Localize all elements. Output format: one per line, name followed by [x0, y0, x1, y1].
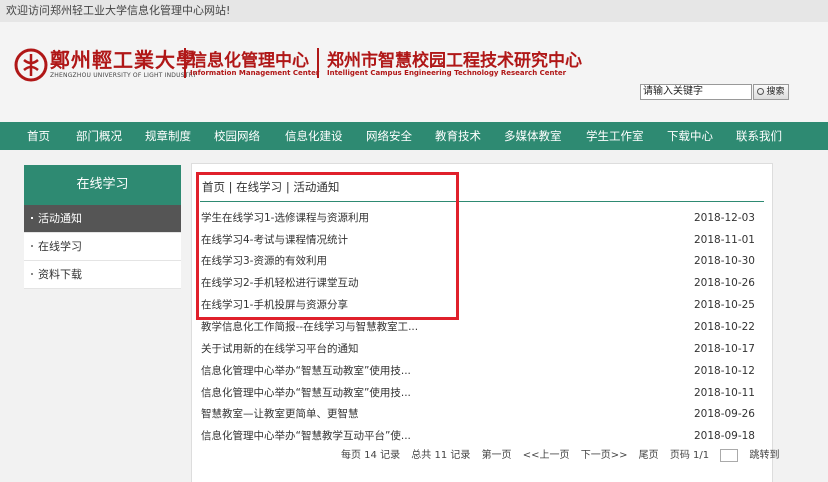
list-item[interactable]: 信息化管理中心举办“智慧互动教室”使用技... 2018-10-12 — [201, 361, 755, 382]
university-emblem-icon[interactable] — [14, 48, 48, 82]
page-jump-input[interactable] — [720, 448, 739, 462]
pager-next-link[interactable]: 下一页>> — [581, 448, 628, 464]
list-item-date: 2018-10-25 — [693, 299, 755, 311]
list-item-date: 2018-10-26 — [693, 277, 755, 289]
list-item[interactable]: 信息化管理中心举办“智慧教学互动平台”使... 2018-09-18 — [201, 426, 755, 447]
list-item-date: 2018-09-26 — [693, 408, 755, 420]
sidebar-title: 在线学习 — [24, 165, 181, 205]
list-item-date: 2018-10-17 — [693, 343, 755, 355]
list-item-date: 2018-10-30 — [693, 255, 755, 267]
sidebar-item-notices[interactable]: 活动通知 — [24, 205, 181, 233]
bullet-icon — [31, 217, 33, 219]
nav-item-download[interactable]: 下载中心 — [667, 122, 713, 150]
list-item-date: 2018-10-11 — [693, 387, 755, 399]
list-item[interactable]: 在线学习2-手机轻松进行课堂互动 2018-10-26 — [201, 273, 755, 294]
list-item-title[interactable]: 在线学习4-考试与课程情况统计 — [201, 230, 441, 251]
list-item[interactable]: 关于试用新的在线学习平台的通知 2018-10-17 — [201, 339, 755, 360]
pagination: 每页 14 记录 总共 11 记录 第一页 <<上一页 下一页>> 尾页 页码 … — [341, 448, 788, 464]
research-center-name-cn: 郑州市智慧校园工程技术研究中心 — [327, 51, 582, 71]
nav-item-student-studio[interactable]: 学生工作室 — [586, 122, 644, 150]
list-item[interactable]: 学生在线学习1-选修课程与资源利用 2018-12-03 — [201, 208, 755, 229]
pager-prev-link[interactable]: <<上一页 — [523, 448, 570, 464]
list-item-date: 2018-12-03 — [693, 212, 755, 224]
welcome-bar: 欢迎访问郑州轻工业大学信息化管理中心网站! — [0, 0, 828, 22]
main-nav: 首页 部门概况 规章制度 校园网络 信息化建设 网络安全 教育技术 多媒体教室 … — [0, 122, 828, 150]
list-item-title[interactable]: 教学信息化工作简报--在线学习与智慧教室工... — [201, 317, 441, 338]
header-divider — [317, 48, 319, 78]
sidebar-item-online-learning[interactable]: 在线学习 — [24, 233, 181, 261]
list-item[interactable]: 智慧教室—让教室更简单、更智慧 2018-09-26 — [201, 404, 755, 425]
pager-jump-button[interactable]: 跳转到 — [750, 448, 780, 464]
breadcrumb: 首页 | 在线学习 | 活动通知 — [202, 180, 340, 194]
list-item[interactable]: 教学信息化工作简报--在线学习与智慧教室工... 2018-10-22 — [201, 317, 755, 338]
list-item-date: 2018-09-18 — [693, 430, 755, 442]
search-button-label: 搜索 — [766, 87, 785, 97]
list-item[interactable]: 在线学习4-考试与课程情况统计 2018-11-01 — [201, 230, 755, 251]
nav-item-department[interactable]: 部门概况 — [76, 122, 122, 150]
center-name-cn: 信息化管理中心 — [190, 51, 309, 71]
content-panel: 首页 | 在线学习 | 活动通知 学生在线学习1-选修课程与资源利用 2018-1… — [191, 163, 780, 482]
list-item-title[interactable]: 信息化管理中心举办“智慧教学互动平台”使... — [201, 426, 441, 447]
pager-last-link[interactable]: 尾页 — [639, 448, 659, 464]
nav-item-home[interactable]: 首页 — [27, 122, 50, 150]
sidebar-item-label: 资料下载 — [38, 268, 82, 281]
nav-item-contact[interactable]: 联系我们 — [736, 122, 782, 150]
nav-item-campus-network[interactable]: 校园网络 — [214, 122, 260, 150]
list-item-date: 2018-10-22 — [693, 321, 755, 333]
search-icon — [757, 88, 765, 95]
header-divider — [184, 48, 186, 78]
pager-first-link[interactable]: 第一页 — [482, 448, 512, 464]
sidebar-item-downloads[interactable]: 资料下载 — [24, 261, 181, 289]
sidebar-item-label: 活动通知 — [38, 212, 82, 225]
list-item-title[interactable]: 信息化管理中心举办“智慧互动教室”使用技... — [201, 361, 441, 382]
pager-per-page: 每页 14 记录 — [341, 450, 401, 461]
list-item-title[interactable]: 在线学习2-手机轻松进行课堂互动 — [201, 273, 441, 294]
list-item-date: 2018-10-12 — [693, 365, 755, 377]
list-item[interactable]: 信息化管理中心举办“智慧互动教室”使用技... 2018-10-11 — [201, 383, 755, 404]
search-input[interactable]: 请输入关键字 — [640, 84, 752, 100]
university-name-cn: 鄭州輕工業大學 — [50, 48, 197, 72]
nav-item-regulations[interactable]: 规章制度 — [145, 122, 191, 150]
search-button[interactable]: 搜索 — [753, 84, 789, 100]
list-item[interactable]: 在线学习3-资源的有效利用 2018-10-30 — [201, 251, 755, 272]
list-item-title[interactable]: 在线学习1-手机投屏与资源分享 — [201, 295, 441, 316]
site-header: 鄭州輕工業大學 ZHENGZHOU UNIVERSITY OF LIGHT IN… — [0, 22, 828, 122]
bullet-icon — [31, 245, 33, 247]
pager-page-info: 页码 1/1 — [669, 450, 710, 461]
nav-item-multimedia[interactable]: 多媒体教室 — [504, 122, 562, 150]
welcome-text: 欢迎访问郑州轻工业大学信息化管理中心网站! — [6, 4, 231, 17]
nav-item-it-construction[interactable]: 信息化建设 — [285, 122, 343, 150]
university-name-en: ZHENGZHOU UNIVERSITY OF LIGHT INDUSTRY — [50, 72, 197, 79]
sidebar-menu: 活动通知 在线学习 资料下载 — [24, 205, 181, 289]
title-divider — [200, 201, 764, 202]
research-center-name-en: Intelligent Campus Engineering Technolog… — [327, 69, 567, 77]
bullet-icon — [31, 273, 33, 275]
list-item-title[interactable]: 智慧教室—让教室更简单、更智慧 — [201, 404, 441, 425]
list-item-date: 2018-11-01 — [693, 234, 755, 246]
center-name-en: Information Management Center — [190, 69, 320, 77]
list-item[interactable]: 在线学习1-手机投屏与资源分享 2018-10-25 — [201, 295, 755, 316]
list-item-title[interactable]: 信息化管理中心举办“智慧互动教室”使用技... — [201, 383, 441, 404]
nav-item-network-security[interactable]: 网络安全 — [366, 122, 412, 150]
list-item-title[interactable]: 关于试用新的在线学习平台的通知 — [201, 339, 441, 360]
pager-total: 总共 11 记录 — [411, 450, 471, 461]
sidebar-item-label: 在线学习 — [38, 240, 82, 253]
list-item-title[interactable]: 在线学习3-资源的有效利用 — [201, 251, 441, 272]
nav-item-edu-tech[interactable]: 教育技术 — [435, 122, 481, 150]
list-item-title[interactable]: 学生在线学习1-选修课程与资源利用 — [201, 208, 441, 229]
